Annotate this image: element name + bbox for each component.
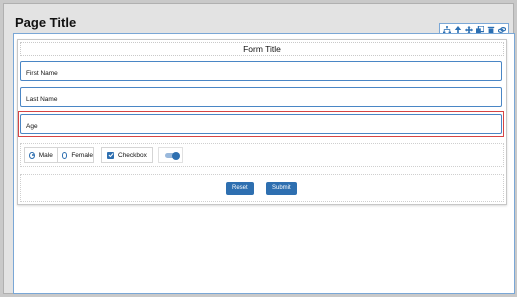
form-container: Form Title Male Female bbox=[17, 39, 507, 205]
form-title: Form Title bbox=[20, 42, 504, 56]
first-name-field[interactable] bbox=[20, 61, 502, 83]
radio-female[interactable] bbox=[61, 151, 68, 159]
age-field[interactable] bbox=[20, 114, 502, 136]
checkbox-group: Checkbox bbox=[101, 147, 153, 163]
toggle-container bbox=[158, 147, 183, 163]
check-icon bbox=[108, 153, 114, 158]
checkbox[interactable] bbox=[107, 151, 114, 159]
canvas: Form Title Male Female bbox=[13, 33, 515, 294]
reset-button[interactable]: Reset bbox=[226, 182, 254, 195]
radio-male-label: Male bbox=[38, 151, 53, 159]
page-title: Page Title bbox=[15, 15, 77, 30]
page-frame: Page Title Form Title First Name Last Na… bbox=[3, 3, 515, 294]
submit-button[interactable]: Submit bbox=[266, 182, 297, 195]
button-row: Reset Submit bbox=[20, 174, 504, 202]
options-row: Male Female Checkbox bbox=[20, 143, 504, 167]
radio-divider bbox=[56, 148, 58, 162]
last-name-input[interactable] bbox=[21, 90, 501, 109]
age-input[interactable] bbox=[21, 117, 501, 136]
first-name-input[interactable] bbox=[21, 64, 501, 83]
gender-radio-group: Male Female bbox=[24, 147, 94, 163]
radio-female-label: Female bbox=[71, 151, 93, 159]
toggle-switch[interactable] bbox=[165, 151, 180, 160]
toggle-knob bbox=[172, 151, 180, 160]
radio-male[interactable] bbox=[29, 151, 35, 159]
checkbox-label: Checkbox bbox=[118, 151, 147, 159]
last-name-field[interactable] bbox=[20, 87, 502, 109]
